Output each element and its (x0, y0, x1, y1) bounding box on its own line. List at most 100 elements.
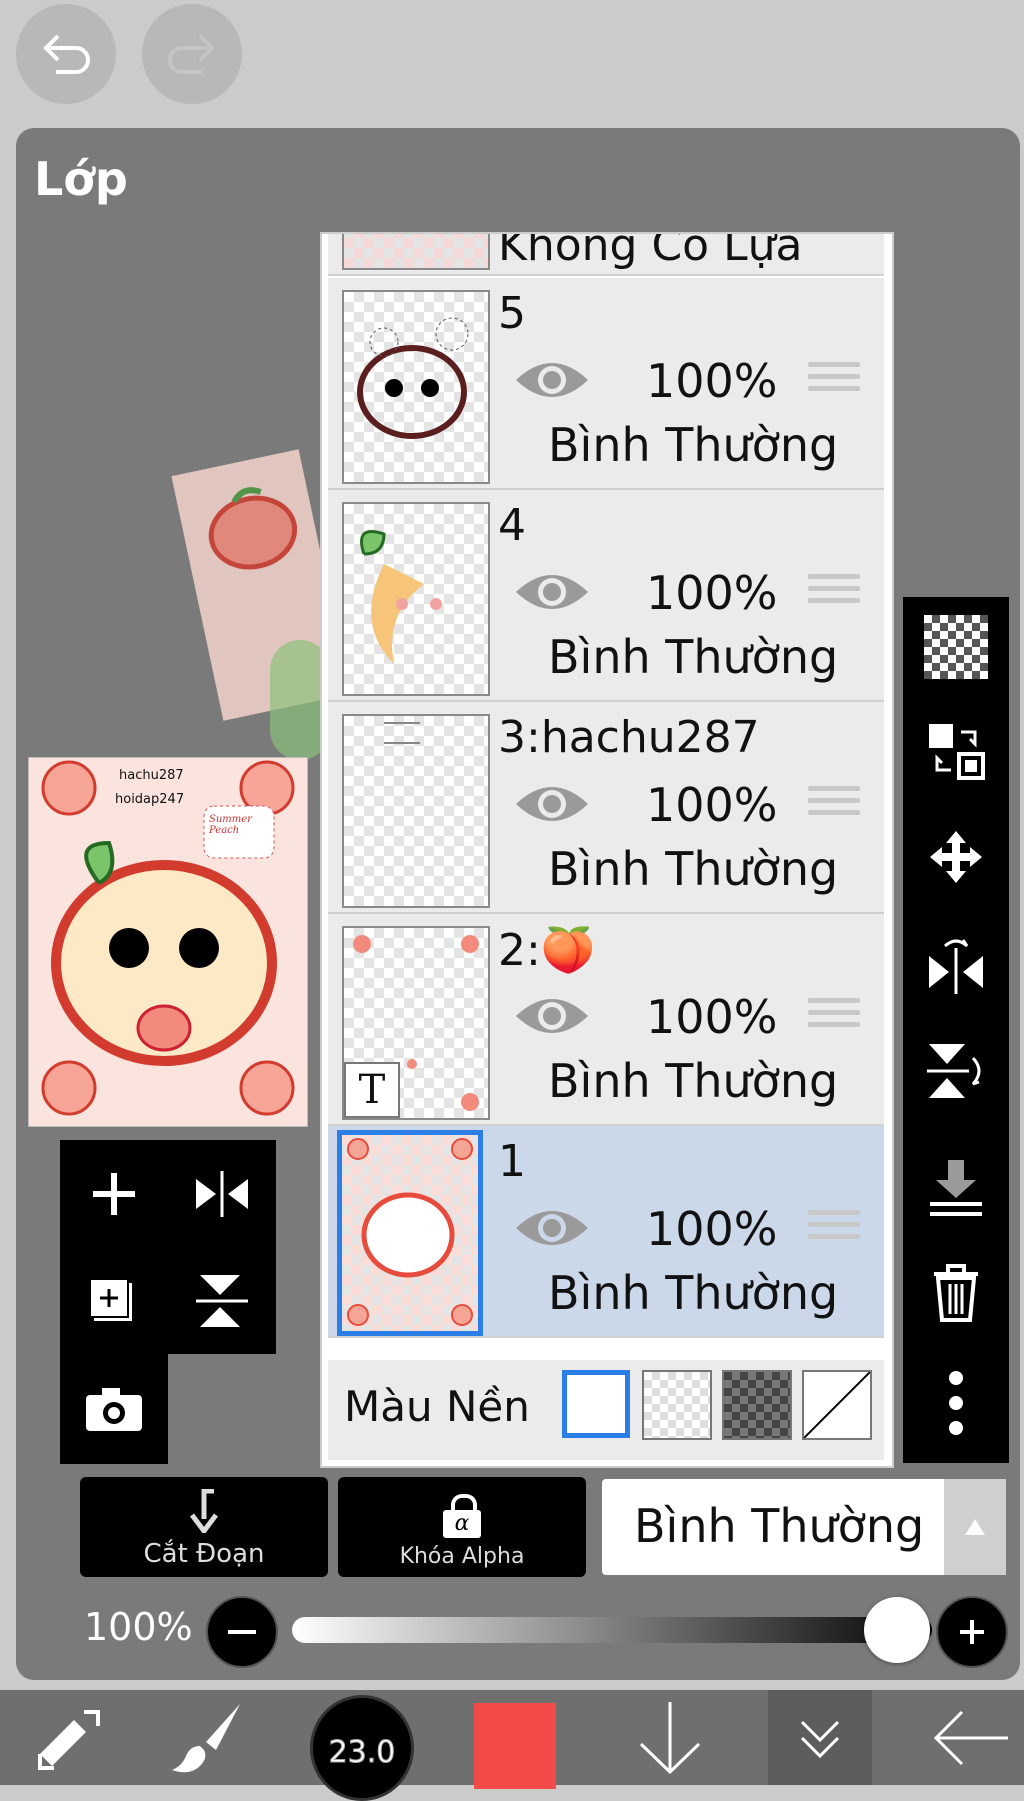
brush-size-value: 23.0 (328, 1734, 396, 1770)
add-layer-copy-button[interactable] (60, 1248, 168, 1354)
flip-vertical-icon (927, 1044, 981, 1098)
down-arrow-button[interactable] (620, 1690, 720, 1785)
flip-vertical-icon (196, 1275, 248, 1327)
transparent-fill-button[interactable] (903, 597, 1009, 697)
visibility-eye-icon[interactable] (514, 1204, 590, 1252)
layer-list[interactable]: Không Có Lựa Chọn 5 100% Bình Thường 4 1 (320, 232, 894, 1468)
layer-thumbnail (337, 1130, 483, 1336)
layer-1-drawing (347, 1138, 473, 1326)
bottom-toolbar: 23.0 (0, 1690, 1024, 1801)
layer-blend-mode: Bình Thường (548, 1266, 839, 1320)
color-picker-button[interactable] (472, 1690, 558, 1789)
layer-blend-mode: Bình Thường (548, 1054, 839, 1108)
layer-thumbnail (342, 502, 490, 696)
layer-collapse-button[interactable] (768, 1690, 872, 1785)
flip-horizontal-icon (196, 1171, 248, 1217)
layer-tools-right (903, 597, 1009, 1463)
undo-button[interactable] (16, 4, 116, 104)
alpha-lock-label: Khóa Alpha (399, 1544, 525, 1569)
flip-horizontal-button[interactable] (903, 915, 1009, 1015)
blend-mode-dropdown-arrow[interactable] (944, 1479, 1006, 1575)
opacity-decrease-button[interactable] (206, 1596, 278, 1668)
flip-horizontal-left-button[interactable] (168, 1140, 276, 1248)
current-color-swatch (474, 1702, 556, 1789)
layer-row-5[interactable]: 5 100% Bình Thường (328, 278, 884, 490)
swap-layers-button[interactable] (903, 701, 1009, 801)
layer-row-unselected-item[interactable]: Không Có Lựa Chọn (328, 234, 884, 322)
background-transparent-dark-swatch[interactable] (722, 1370, 792, 1440)
visibility-eye-icon[interactable] (514, 992, 590, 1040)
opacity-increase-button[interactable] (936, 1596, 1008, 1668)
drag-handle-icon[interactable] (808, 786, 860, 822)
delete-layer-button[interactable] (903, 1243, 1009, 1343)
camera-icon (86, 1388, 142, 1431)
more-options-button[interactable] (903, 1353, 1009, 1453)
layer-4-drawing (360, 530, 442, 664)
blend-mode-select[interactable]: Bình Thường (602, 1479, 1006, 1575)
plus-icon (960, 1620, 984, 1644)
peach-icon (208, 487, 298, 570)
minus-icon (228, 1630, 256, 1634)
redo-icon (168, 34, 215, 74)
layer-row-4[interactable]: 4 100% Bình Thường (328, 490, 884, 702)
brush-icon (172, 1703, 240, 1772)
layer-blend-mode: Bình Thường (548, 418, 839, 472)
brush-tool-button[interactable] (160, 1690, 260, 1785)
drag-handle-icon[interactable] (808, 362, 860, 398)
layer-name-text: 2: (498, 925, 541, 976)
layer-row-2[interactable]: T 2:🍑 100% Bình Thường (328, 914, 884, 1126)
peach-emoji: 🍑 (540, 925, 596, 976)
drag-handle-icon[interactable] (808, 574, 860, 610)
visibility-eye-icon[interactable] (514, 780, 590, 828)
drag-handle-icon[interactable] (808, 1210, 860, 1246)
transform-tool-button[interactable] (20, 1690, 120, 1785)
drag-handle-icon[interactable] (808, 998, 860, 1034)
add-layer-button[interactable] (60, 1140, 168, 1248)
background-color-label: Màu Nền (344, 1382, 530, 1431)
background-none-swatch[interactable] (802, 1370, 872, 1440)
artwork-thumbnail[interactable]: hachu287 hoidap247 Summer Peach (28, 757, 308, 1127)
layer-row-3[interactable]: 3:hachu287 100% Bình Thường (328, 702, 884, 914)
redo-button[interactable] (142, 4, 242, 104)
layer-opacity: 100% (646, 990, 778, 1044)
layer-blend-mode: Bình Thường (548, 842, 839, 896)
layer-name: 4 (498, 500, 526, 551)
more-vertical-icon (949, 1371, 963, 1435)
visibility-eye-icon[interactable] (514, 356, 590, 404)
background-white-swatch[interactable] (562, 1370, 630, 1438)
artwork-speech-bubble: Summer Peach (209, 814, 252, 836)
layer-thumbnail: T (342, 926, 490, 1120)
brush-size-button[interactable]: 23.0 (310, 1690, 414, 1801)
opacity-slider-track[interactable] (292, 1617, 932, 1643)
merge-down-button[interactable] (903, 1137, 1009, 1237)
arrow-left-icon (933, 1710, 1008, 1765)
alpha-lock-button[interactable]: α Khóa Alpha (338, 1477, 586, 1577)
swap-layers-icon (929, 724, 985, 780)
move-layer-button[interactable] (903, 807, 1009, 907)
transform-icon (38, 1709, 100, 1770)
add-layer-copy-icon (89, 1278, 132, 1321)
layer-row-1-selected[interactable]: 1 100% Bình Thường (328, 1126, 884, 1338)
layer-opacity: 100% (646, 566, 778, 620)
clipping-icon (190, 1489, 218, 1533)
opacity-slider-knob[interactable] (864, 1597, 930, 1663)
text-layer-icon: T (344, 1062, 400, 1118)
flip-vertical-button[interactable] (903, 1021, 1009, 1121)
background-transparent-light-swatch[interactable] (642, 1370, 712, 1440)
visibility-eye-icon[interactable] (514, 568, 590, 616)
background-color-row: Màu Nền (328, 1360, 884, 1460)
camera-button[interactable] (60, 1354, 168, 1464)
trash-icon (934, 1264, 978, 1322)
layer-thumbnail (342, 290, 490, 484)
clipping-button[interactable]: Cắt Đoạn (80, 1477, 328, 1577)
layer-name: 3:hachu287 (498, 712, 760, 763)
back-button[interactable] (920, 1690, 1020, 1785)
layer-name: 1 (498, 1136, 526, 1187)
layer-thumbnail (342, 714, 490, 908)
layer-blend-mode: Bình Thường (548, 630, 839, 684)
clipping-label: Cắt Đoạn (143, 1539, 265, 1569)
artwork-text-line1: hachu287 (119, 768, 184, 783)
flip-vertical-left-button[interactable] (168, 1248, 276, 1354)
blend-mode-value: Bình Thường (634, 1499, 925, 1553)
triangle-up-icon (965, 1519, 985, 1535)
